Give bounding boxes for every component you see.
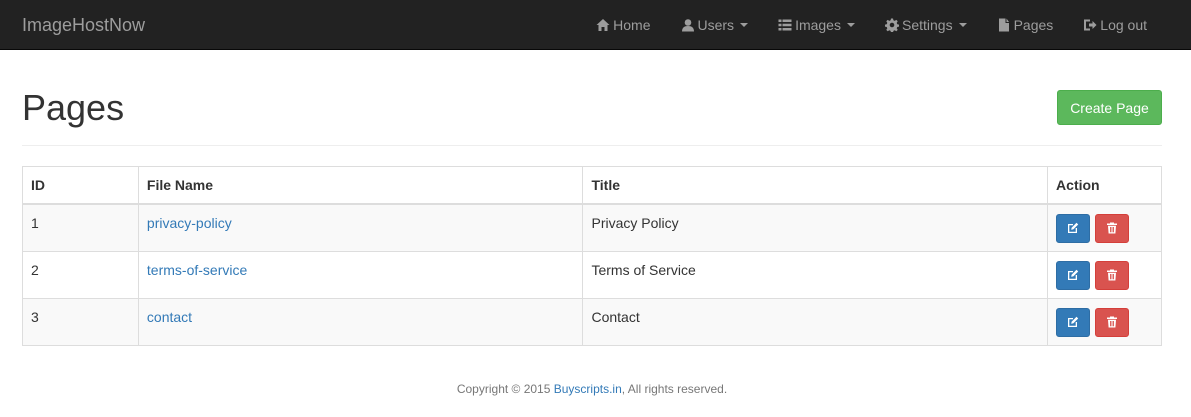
edit-button[interactable] — [1056, 260, 1091, 290]
edit-button[interactable] — [1056, 213, 1091, 243]
cell-id: 3 — [22, 297, 139, 346]
nav-home[interactable]: Home — [581, 0, 665, 50]
list-icon — [778, 18, 792, 32]
file-name-link[interactable]: contact — [147, 309, 192, 325]
nav-logout-label: Log out — [1100, 16, 1147, 33]
gear-icon — [884, 18, 899, 32]
create-page-button[interactable]: Create Page — [1057, 90, 1162, 125]
nav-images[interactable]: Images — [763, 0, 870, 50]
chevron-down-icon — [846, 22, 855, 27]
table-row: 1 privacy-policy Privacy Policy — [22, 203, 1162, 252]
cell-title: Terms of Service — [582, 250, 1049, 299]
file-name-link[interactable]: privacy-policy — [147, 215, 232, 231]
home-icon — [596, 18, 610, 32]
nav-users-label: Users — [697, 16, 735, 33]
nav-logout[interactable]: Log out — [1068, 0, 1162, 50]
cell-id: 2 — [22, 250, 139, 299]
footer-copyright: Copyright © 2015 — [456, 381, 554, 396]
page-title: Pages — [22, 87, 125, 128]
delete-button[interactable] — [1094, 260, 1129, 290]
cell-file-name: terms-of-service — [137, 250, 584, 299]
delete-button[interactable] — [1094, 213, 1129, 243]
nav-users[interactable]: Users — [666, 0, 764, 50]
column-header-title: Title — [582, 165, 1049, 205]
cell-file-name: contact — [137, 297, 584, 346]
edit-icon — [1068, 222, 1079, 234]
nav-images-label: Images — [795, 16, 841, 33]
trash-icon — [1106, 316, 1117, 328]
navbar: ImageHostNow Home Users Images Settings … — [0, 0, 1191, 50]
footer-link[interactable]: Buyscripts.in — [554, 382, 622, 396]
cell-file-name: privacy-policy — [137, 203, 584, 252]
table-row: 2 terms-of-service Terms of Service — [22, 250, 1162, 299]
nav-menu: Home Users Images Settings Pages Log out — [581, 0, 1191, 50]
file-icon — [997, 18, 1011, 32]
file-name-link[interactable]: terms-of-service — [147, 262, 247, 278]
nav-settings[interactable]: Settings — [870, 0, 982, 50]
page-header: Pages Create Page — [22, 50, 1162, 146]
cell-id: 1 — [22, 203, 139, 252]
cell-action — [1047, 203, 1162, 252]
trash-icon — [1106, 269, 1117, 281]
edit-button[interactable] — [1056, 307, 1091, 337]
trash-icon — [1106, 222, 1117, 234]
nav-pages[interactable]: Pages — [982, 0, 1069, 50]
edit-icon — [1068, 269, 1079, 281]
column-header-file-name: File Name — [137, 165, 584, 205]
cell-action — [1047, 297, 1162, 346]
table-header-row: ID File Name Title Action — [22, 165, 1162, 205]
footer: Copyright © 2015 Buyscripts.in, All righ… — [22, 382, 1162, 396]
cell-title: Contact — [582, 297, 1049, 346]
table-row: 3 contact Contact — [22, 297, 1162, 346]
main-content: Pages Create Page ID File Name Title Act… — [0, 50, 1191, 396]
edit-icon — [1068, 316, 1079, 328]
nav-settings-label: Settings — [901, 16, 953, 33]
chevron-down-icon — [958, 22, 967, 27]
footer-rights: , All rights reserved. — [621, 381, 728, 396]
delete-button[interactable] — [1094, 307, 1129, 337]
logout-icon — [1083, 18, 1097, 32]
pages-table: ID File Name Title Action 1 privacy-poli… — [22, 165, 1162, 346]
nav-pages-label: Pages — [1013, 16, 1054, 33]
chevron-down-icon — [740, 22, 749, 27]
column-header-action: Action — [1047, 165, 1162, 205]
column-header-id: ID — [22, 165, 139, 205]
user-icon — [681, 18, 695, 32]
cell-action — [1047, 250, 1162, 299]
nav-home-label: Home — [613, 16, 651, 33]
brand-link[interactable]: ImageHostNow — [0, 0, 145, 50]
cell-title: Privacy Policy — [582, 203, 1049, 252]
